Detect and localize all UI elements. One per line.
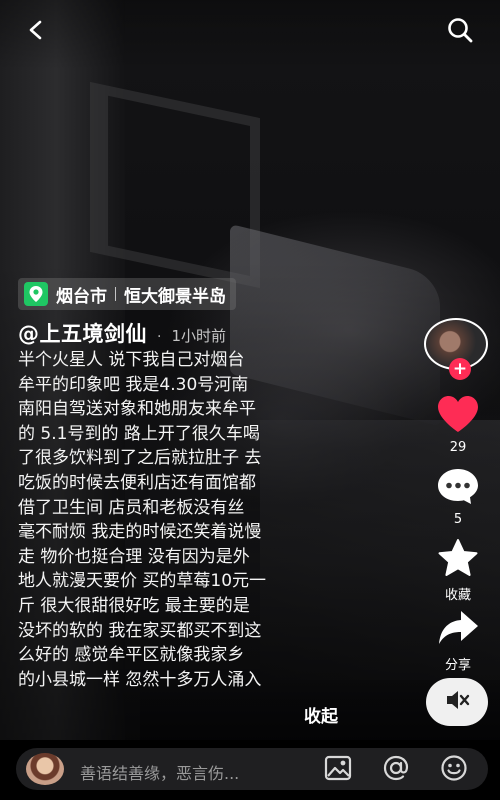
comment-placeholder[interactable]: 善语结善缘，恶言伤... bbox=[80, 760, 239, 784]
image-icon bbox=[324, 755, 352, 785]
favorite-label: 收藏 bbox=[444, 588, 471, 603]
location-city: 烟台市 bbox=[56, 286, 107, 307]
caption-line: 牟平的印象吧 我是4.30号河南 bbox=[18, 374, 249, 395]
author-avatar-group[interactable]: + bbox=[424, 318, 488, 382]
caption-line: 斤 很大很甜很好吃 最主要的是 bbox=[18, 595, 250, 616]
map-pin-icon bbox=[24, 282, 48, 306]
heart-icon bbox=[435, 394, 481, 438]
like-button[interactable]: 29 bbox=[420, 394, 496, 455]
collapse-button[interactable]: 收起 bbox=[304, 702, 338, 727]
emoji-icon bbox=[440, 754, 468, 786]
image-button[interactable] bbox=[322, 754, 354, 786]
mute-toggle[interactable] bbox=[426, 678, 488, 726]
top-gradient bbox=[0, 0, 500, 70]
author-name[interactable]: @上五境剑仙 bbox=[18, 318, 147, 348]
location-tag[interactable]: 烟台市 恒大御景半岛 bbox=[18, 278, 236, 310]
share-arrow-icon bbox=[435, 608, 481, 652]
caption-line: 南阳自驾送对象和她朋友来牟平 bbox=[18, 399, 256, 420]
share-button[interactable]: 分享 bbox=[420, 608, 496, 673]
comment-button[interactable]: 5 bbox=[420, 466, 496, 527]
caption-line: 的小县城一样 忽然十多万人涌入 bbox=[18, 669, 262, 690]
favorite-button[interactable]: 收藏 bbox=[420, 538, 496, 603]
caption-line: 走 物价也挺合理 没有因为是外 bbox=[18, 546, 250, 567]
mention-button[interactable] bbox=[380, 754, 412, 786]
post-time: 1小时前 bbox=[171, 327, 226, 345]
location-divider bbox=[115, 287, 116, 301]
emoji-button[interactable] bbox=[438, 754, 470, 786]
time-separator: · bbox=[157, 329, 162, 345]
star-icon bbox=[435, 538, 481, 582]
like-count: 29 bbox=[449, 440, 467, 455]
follow-button[interactable]: + bbox=[449, 358, 471, 380]
comment-count: 5 bbox=[453, 512, 463, 527]
caption-line: 半个火星人 说下我自己对烟台 bbox=[18, 350, 245, 370]
speaker-muted-icon bbox=[444, 687, 470, 717]
author-line: @上五境剑仙 · 1小时前 bbox=[18, 318, 226, 348]
caption-line: 毫不耐烦 我走的时候还笑着说慢 bbox=[18, 522, 262, 543]
caption-line: 么好的 感觉牟平区就像我家乡 bbox=[18, 645, 245, 666]
location-place: 恒大御景半岛 bbox=[124, 286, 226, 307]
caption-line: 的 5.1号到的 路上开了很久车喝 bbox=[18, 423, 260, 444]
at-icon bbox=[382, 754, 410, 786]
post-caption[interactable]: 半个火星人 说下我自己对烟台 牟平的印象吧 我是4.30号河南 南阳自驾送对象和… bbox=[18, 348, 363, 696]
search-button[interactable] bbox=[442, 14, 478, 50]
caption-line: 了很多饮料到了之后就拉肚子 去 bbox=[18, 448, 262, 469]
back-button[interactable] bbox=[18, 14, 54, 50]
share-label: 分享 bbox=[444, 658, 471, 673]
search-icon bbox=[446, 16, 474, 48]
caption-line: 地人就漫天要价 买的草莓10元一 bbox=[18, 571, 267, 592]
avatar bbox=[26, 753, 64, 785]
caption-line: 没坏的软的 我在家买都买不到这 bbox=[18, 620, 262, 641]
comment-icon bbox=[435, 466, 481, 510]
chevron-left-icon bbox=[25, 19, 47, 45]
caption-line: 借了卫生间 店员和老板没有丝 bbox=[18, 497, 245, 518]
caption-line: 吃饭的时候去便利店还有面馆都 bbox=[18, 472, 256, 493]
